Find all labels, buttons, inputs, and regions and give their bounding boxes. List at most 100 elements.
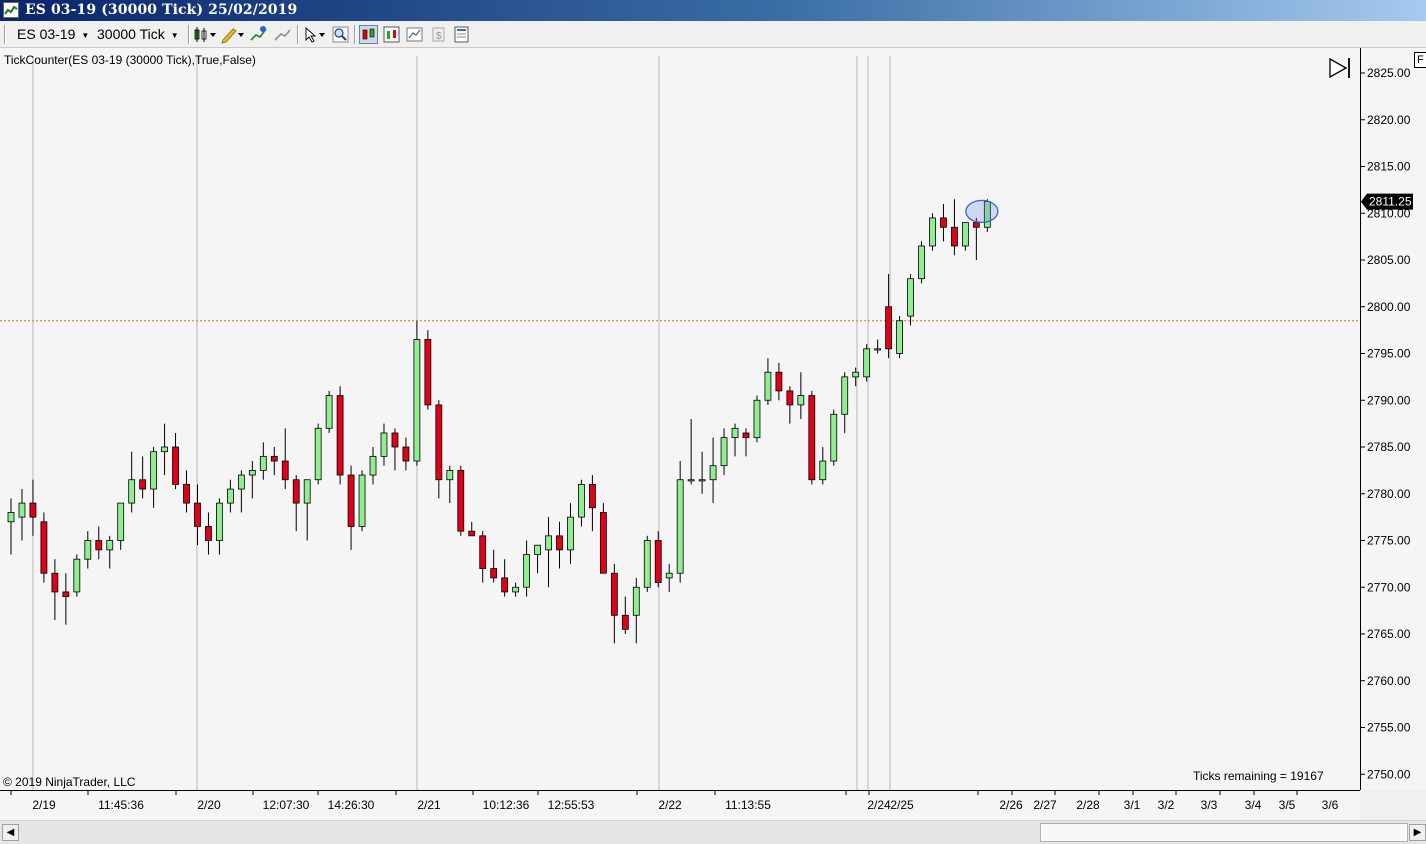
candle-body-down [885,306,892,350]
candle-body-up [446,469,454,481]
bar-style-icon[interactable] [193,25,217,44]
candle-body-down [336,395,344,476]
chart-trader-icon[interactable] [359,25,378,44]
candle-body-down [654,540,662,583]
candle [391,428,399,471]
candle-body-down [972,222,980,228]
candle [18,489,26,541]
candle [490,549,498,583]
candle [808,390,816,485]
candle [117,502,125,550]
candle [720,428,728,476]
candle [556,521,563,569]
toolbar-separator [354,25,356,44]
session-break-lines [32,56,891,790]
time-tick-label: 2/21 [417,798,441,812]
candle-body-up [720,437,728,467]
time-axis[interactable]: 2/19 11:45:36 2/20 12:07:30 14:26:30 2/21 10:1… [0,790,1360,821]
candle-body-up [709,465,717,481]
title-bar[interactable]: ES 03-19 (30000 Tick) 25/02/2019 [0,0,1426,21]
candle [281,428,289,490]
candle [161,423,168,476]
scroll-to-end-icon[interactable] [1328,57,1352,79]
candle-body-down [621,614,629,630]
toolbar-grip [4,25,6,44]
candle [951,199,958,256]
interval-selector[interactable]: 30000 Tick ▼ [97,25,179,44]
time-tick-label: 2/25 [890,798,914,812]
candle-body-down [599,512,607,574]
candle-body-up [523,554,530,588]
scroll-right-icon[interactable]: ▶ [1409,824,1426,841]
candle [852,367,860,387]
price-tick-label: 2760.00 [1367,674,1411,688]
highlight-ellipse [965,199,999,224]
price-tick-label: 2750.00 [1367,767,1411,781]
properties-icon[interactable] [405,25,424,44]
candle-body-up [830,413,838,462]
cursor-icon[interactable] [302,25,328,44]
candle [358,470,366,532]
candle [95,526,103,560]
candle-body-up [961,222,969,247]
candle-body-up [325,395,333,429]
candle [512,582,520,597]
chart-panel[interactable]: TickCounter(ES 03-19 (30000 Tick),True,F… [0,48,1360,790]
candle [545,517,552,588]
chart-app-icon [3,2,19,18]
candle [753,395,761,443]
data-box-icon[interactable] [382,25,401,44]
candle [896,316,903,359]
price-tick-label: 2805.00 [1367,253,1411,267]
instrument-selector[interactable]: ES 03-19 ▼ [17,25,89,44]
candle-body-down [402,446,410,462]
candle-body-up [369,455,377,476]
zoom-icon[interactable] [331,25,350,44]
candle [380,423,388,466]
candle [7,498,15,555]
copyright-text: © 2019 NinjaTrader, LLC [3,775,136,789]
price-axis[interactable]: 2825.00 2820.00 2815.00 2810.00 2805.00 2800.… [1360,48,1426,790]
candle-body-down [40,521,48,574]
candle-body-up [248,469,256,476]
drawing-pencil-icon[interactable] [220,25,244,44]
candle-body-up [161,446,168,453]
candle [314,423,322,485]
candle [248,461,256,499]
template-icon[interactable] [452,25,471,44]
candle [194,484,201,546]
current-price-label: 2811.25 [1369,195,1412,209]
candle [51,559,59,620]
candle-body-down [775,371,783,392]
candle-body-down [194,502,201,527]
candle-body-up [7,512,15,523]
scroll-left-icon[interactable]: ◀ [2,824,19,841]
price-chart[interactable] [0,48,1360,790]
candle [610,563,618,644]
snapshot-icon[interactable]: $ [429,25,448,44]
time-tick-label: 14:26:30 [328,798,375,812]
candle [709,437,717,504]
candle-body-down [424,339,432,406]
candle-body-up [918,245,925,280]
time-tick-label: 2/28 [1076,798,1100,812]
window-title: ES 03-19 (30000 Tick) 25/02/2019 [25,2,298,18]
candle-body-down [940,217,947,228]
candle [205,512,212,555]
candle-body-down [556,535,563,551]
candle [819,447,827,485]
candle [731,423,739,457]
candle [972,217,980,260]
horizontal-scrollbar[interactable]: ◀ ▶ [0,820,1426,844]
candle [216,498,223,555]
candle-body-up [358,474,366,527]
candle-body-down [479,535,487,569]
candle-body-up [380,432,388,457]
add-indicator-icon[interactable] [249,25,268,44]
candle-body-up [578,483,585,518]
candle-body-up [797,395,805,406]
candle-body-down [457,469,465,532]
candle-body-down [589,483,596,509]
strategy-icon[interactable] [273,25,292,44]
scrollbar-thumb[interactable] [1040,823,1408,842]
